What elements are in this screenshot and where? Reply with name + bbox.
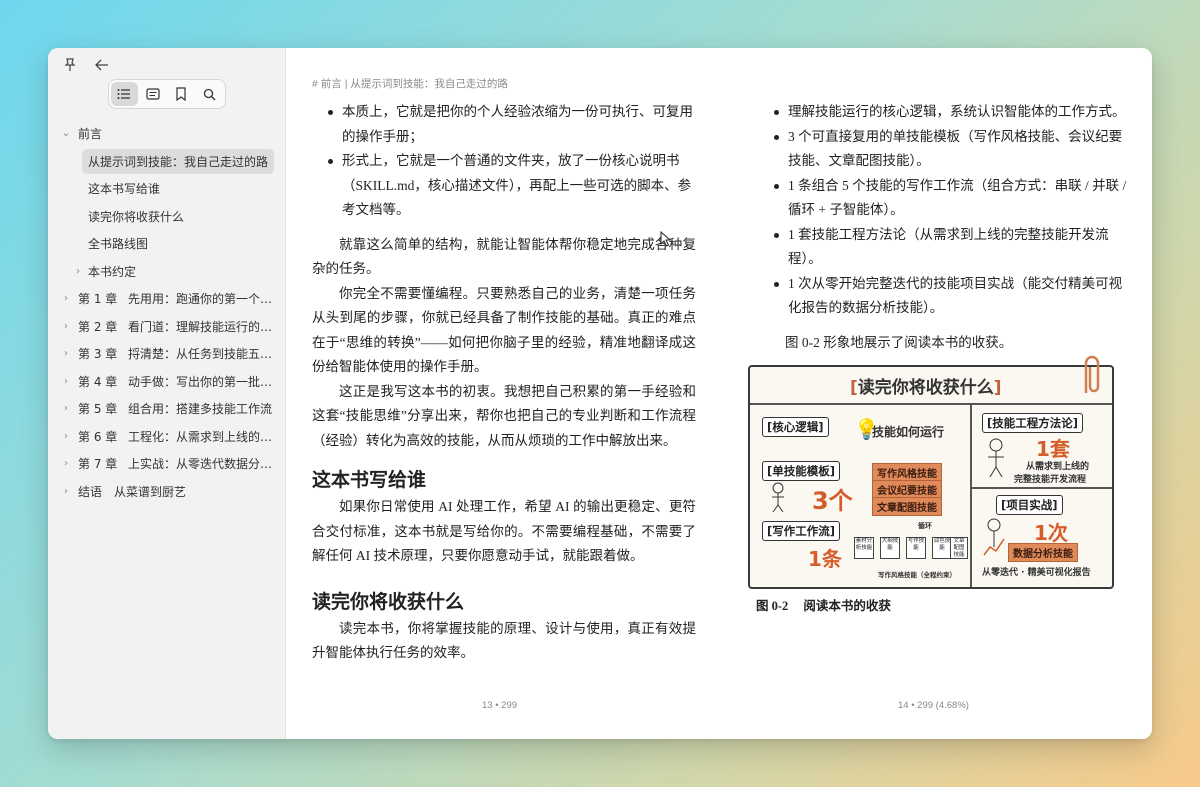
divider <box>970 403 972 587</box>
chevron-right-icon[interactable]: › <box>60 486 72 497</box>
list-item: 理解技能运行的核心逻辑，系统认识智能体的工作方式。 <box>758 100 1130 125</box>
section-heading: 读完你将收获什么 <box>312 591 465 613</box>
core-logic-label: [核心逻辑] <box>762 417 829 437</box>
toc-item-conventions[interactable]: › 本书约定 <box>48 258 285 286</box>
chevron-right-icon[interactable]: › <box>72 266 84 277</box>
toc-chapter[interactable]: › 第 1 章先用用：跑通你的第一个… <box>48 285 285 313</box>
project-label: [项目实战] <box>996 495 1063 515</box>
paragraph: 就靠这么简单的结构，就能让智能体帮你稳定地完成各种复杂的任务。 <box>312 236 696 277</box>
chevron-right-icon[interactable]: › <box>60 431 72 442</box>
search-icon <box>204 88 216 100</box>
table-of-contents: ⌄ 前言 从提示词到技能：我自己走过的路 这本书写给谁 读完你将收获什么 全书路… <box>48 120 285 505</box>
page-number-right: 14 • 299 (4.68%) <box>898 700 969 711</box>
toc-preface[interactable]: ⌄ 前言 <box>48 120 285 148</box>
list-item: 本质上，它就是把你的个人经验浓缩为一份可执行、可复用的操作手册； <box>312 100 696 149</box>
stick-figure-icon <box>988 438 1004 478</box>
list-item: 1 条组合 5 个技能的写作工作流（组合方式：串联 / 并联 / 循环 + 子智… <box>758 174 1130 223</box>
list-item: 形式上，它就是一个普通的文件夹，放了一份核心说明书（SKILL.md，核心描述文… <box>312 149 696 223</box>
divider <box>750 403 1112 405</box>
tab-bookmarks[interactable] <box>168 82 195 106</box>
paragraph: 图 0-2 形象地展示了阅读本书的收获。 <box>785 334 1013 350</box>
list-icon <box>117 89 131 99</box>
figure-title: [读完你将收获什么] <box>850 378 1002 398</box>
workflow-label: [写作工作流] <box>762 521 841 541</box>
paragraph: 你完全不需要懂编程。只要熟悉自己的业务，清楚一项任务从头到尾的步骤，你就已经具备… <box>312 285 696 375</box>
chevron-right-icon[interactable]: › <box>60 293 72 304</box>
mouse-cursor-icon <box>660 231 672 247</box>
chevron-right-icon[interactable]: › <box>60 403 72 414</box>
toc-chapter[interactable]: › 第 5 章组合用：搭建多技能工作流 <box>48 395 285 423</box>
toc-chapter[interactable]: › 第 2 章看门道：理解技能运行的… <box>48 313 285 341</box>
toc-item-active[interactable]: 从提示词到技能：我自己走过的路 <box>48 148 285 176</box>
method-label: [技能工程方法论] <box>982 413 1084 433</box>
list-item: 1 次从零开始完整迭代的技能项目实战（能交付精美可视化报告的数据分析技能）。 <box>758 272 1130 321</box>
toc-chapter[interactable]: › 第 7 章上实战：从零迭代数据分… <box>48 450 285 478</box>
toc-item[interactable]: 读完你将收获什么 <box>48 203 285 231</box>
sidebar: ⌄ 前言 从提示词到技能：我自己走过的路 这本书写给谁 读完你将收获什么 全书路… <box>48 48 286 739</box>
toc-chapter[interactable]: › 第 3 章捋清楚：从任务到技能五… <box>48 340 285 368</box>
sidebar-tab-switcher <box>108 79 226 109</box>
paperclip-icon <box>1084 355 1100 393</box>
bookmark-icon <box>176 87 186 101</box>
toc-chapter-ending[interactable]: › 结语 从菜谱到厨艺 <box>48 478 285 506</box>
chevron-down-icon[interactable]: ⌄ <box>60 128 72 139</box>
single-templates-label: [单技能模板] <box>762 461 841 481</box>
left-page: 本质上，它就是把你的个人经验浓缩为一份可执行、可复用的操作手册； 形式上，它就是… <box>312 100 696 666</box>
page-number-left: 13 • 299 <box>482 700 518 711</box>
chevron-right-icon[interactable]: › <box>60 348 72 359</box>
paragraph: 如果你日常使用 AI 处理工作，希望 AI 的输出更稳定、更符合交付标准，这本书… <box>312 499 696 563</box>
stick-figure-icon <box>772 482 784 513</box>
back-arrow-icon[interactable] <box>92 56 112 74</box>
paragraph: 这正是我写这本书的初衷。我想把自己积累的第一手经验和这套“技能思维”分享出来，帮… <box>312 383 696 448</box>
tab-notes[interactable] <box>140 82 167 106</box>
reading-area: # 前言 | 从提示词到技能：我自己走过的路 本质上，它就是把你的个人经验浓缩为… <box>286 48 1152 739</box>
toc-item[interactable]: 这本书写给谁 <box>48 175 285 203</box>
right-page: 理解技能运行的核心逻辑，系统认识智能体的工作方式。 3 个可直接复用的单技能模板（… <box>748 100 1130 614</box>
breadcrumb: # 前言 | 从提示词到技能：我自己走过的路 <box>312 78 508 90</box>
chart-figure-icon <box>983 518 1005 556</box>
chevron-right-icon[interactable]: › <box>60 376 72 387</box>
note-icon <box>146 88 160 100</box>
list-item: 1 套技能工程方法论（从需求到上线的完整技能开发流程）。 <box>758 223 1130 272</box>
chevron-right-icon[interactable]: › <box>60 321 72 332</box>
reader-window: ⌄ 前言 从提示词到技能：我自己走过的路 这本书写给谁 读完你将收获什么 全书路… <box>48 48 1152 739</box>
chevron-right-icon[interactable]: › <box>60 458 72 469</box>
pin-icon[interactable] <box>60 56 80 74</box>
tab-search[interactable] <box>197 82 224 106</box>
breadcrumb-section[interactable]: 前言 <box>321 78 342 90</box>
figure-caption: 图 0-2 阅读本书的收获 <box>756 599 891 613</box>
toc-chapter[interactable]: › 第 4 章动手做：写出你的第一批… <box>48 368 285 396</box>
divider <box>970 487 1112 489</box>
toc-item[interactable]: 全书路线图 <box>48 230 285 258</box>
tab-toc[interactable] <box>111 82 138 106</box>
toc-chapter[interactable]: › 第 6 章工程化：从需求到上线的… <box>48 423 285 451</box>
section-heading: 这本书写给谁 <box>312 470 427 491</box>
paragraph: 读完本书，你将掌握技能的原理、设计与使用，真正有效提升智能体执行任务的效率。 <box>312 620 696 661</box>
figure-illustration: [读完你将收获什么] [核心逻辑] 💡 技能如何运行 [单技能模板] 3个 写作… <box>748 355 1114 589</box>
breadcrumb-current[interactable]: 从提示词到技能：我自己走过的路 <box>350 78 508 90</box>
list-item: 3 个可直接复用的单技能模板（写作风格技能、会议纪要技能、文章配图技能）。 <box>758 125 1130 174</box>
